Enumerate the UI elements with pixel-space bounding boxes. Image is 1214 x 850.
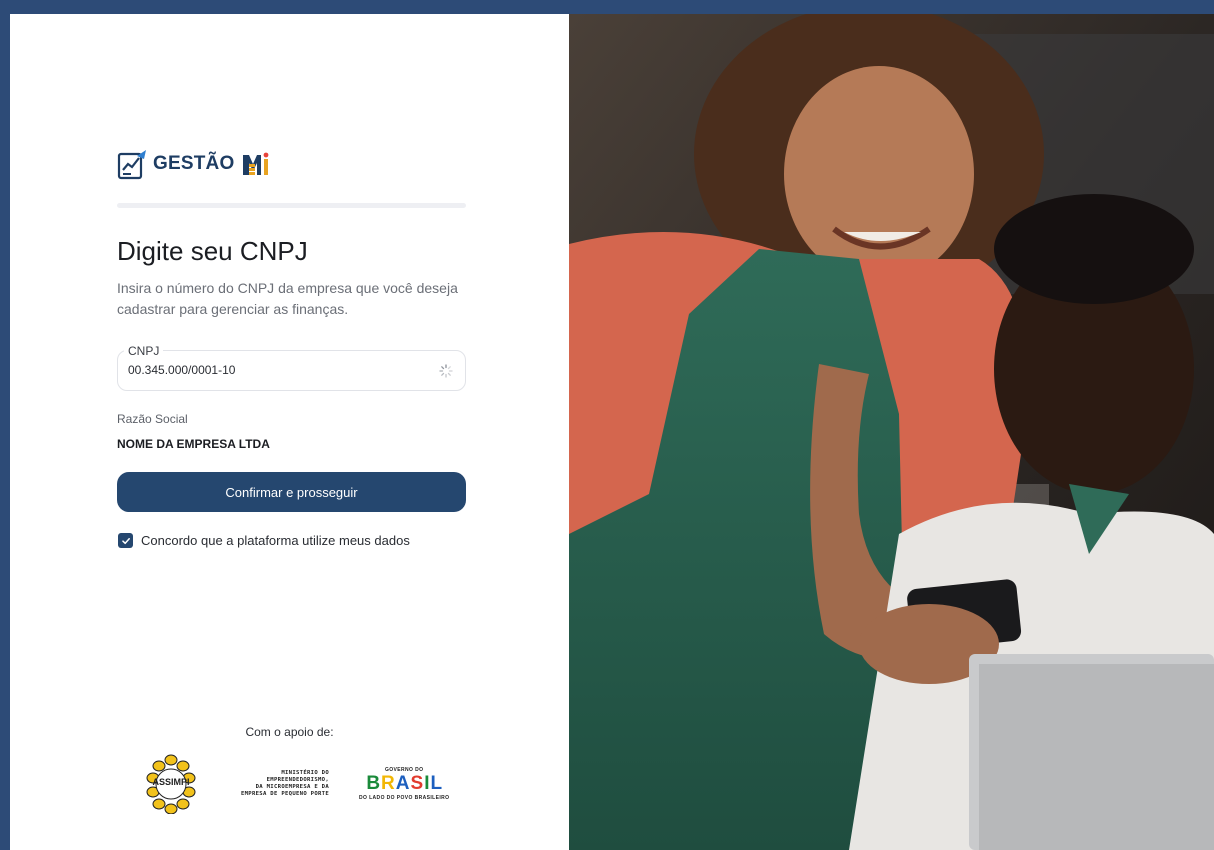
- mei-logo-icon: [243, 152, 269, 175]
- step-progress-bar: [117, 203, 466, 208]
- governo-brasil-logo: GOVERNO DO BRASIL DO LADO DO POVO BRASIL…: [359, 767, 449, 801]
- agree-checkbox-row[interactable]: Concordo que a plataforma utilize meus d…: [118, 533, 410, 548]
- ministerio-line: MINISTÉRIO DO: [281, 770, 329, 776]
- gov-bottom-text: DO LADO DO POVO BRASILEIRO: [359, 795, 450, 801]
- brand-logo: GESTÃO: [117, 148, 272, 180]
- razao-social-label: Razão Social: [117, 412, 188, 426]
- brand-name: GESTÃO: [153, 153, 235, 174]
- ministerio-logo: MINISTÉRIO DO EMPREENDEDORISMO, DA MICRO…: [227, 770, 329, 798]
- razao-social-value: NOME DA EMPRESA LTDA: [117, 437, 270, 451]
- loading-spinner-icon: [439, 364, 453, 378]
- people-with-phone-photo: [569, 14, 1214, 850]
- gov-brasil-word: BRASIL: [366, 773, 443, 794]
- hero-photo: [569, 14, 1214, 850]
- page-subtitle: Insira o número do CNPJ da empresa que v…: [117, 280, 458, 317]
- assimpi-name: ASSIMPI: [152, 777, 190, 787]
- confirm-button[interactable]: Confirmar e prosseguir: [117, 472, 466, 512]
- agree-checkbox[interactable]: [118, 533, 133, 548]
- agree-label: Concordo que a plataforma utilize meus d…: [141, 533, 410, 548]
- support-label: Com o apoio de:: [245, 725, 334, 739]
- ministerio-line: DA MICROEMPRESA E DA: [255, 784, 329, 790]
- ministerio-line: EMPRESA DE PEQUENO PORTE: [240, 791, 329, 797]
- check-icon: [121, 537, 130, 544]
- report-chart-icon: [117, 150, 146, 180]
- cnpj-label: CNPJ: [124, 344, 164, 358]
- cnpj-field: CNPJ: [117, 344, 466, 391]
- page-title: Digite seu CNPJ: [117, 236, 308, 266]
- assimpi-logo: ASSIMPI: [145, 754, 197, 815]
- form-panel: GESTÃO Digite seu CNPJ Insira o número d…: [10, 14, 569, 850]
- cnpj-input[interactable]: [128, 363, 428, 377]
- supporter-logos: ASSIMPI MINISTÉRIO DO EMPREENDEDORISMO, …: [145, 754, 449, 815]
- ministerio-line: EMPREENDEDORISMO,: [266, 777, 329, 783]
- page-frame: GESTÃO Digite seu CNPJ Insira o número d…: [10, 14, 1214, 850]
